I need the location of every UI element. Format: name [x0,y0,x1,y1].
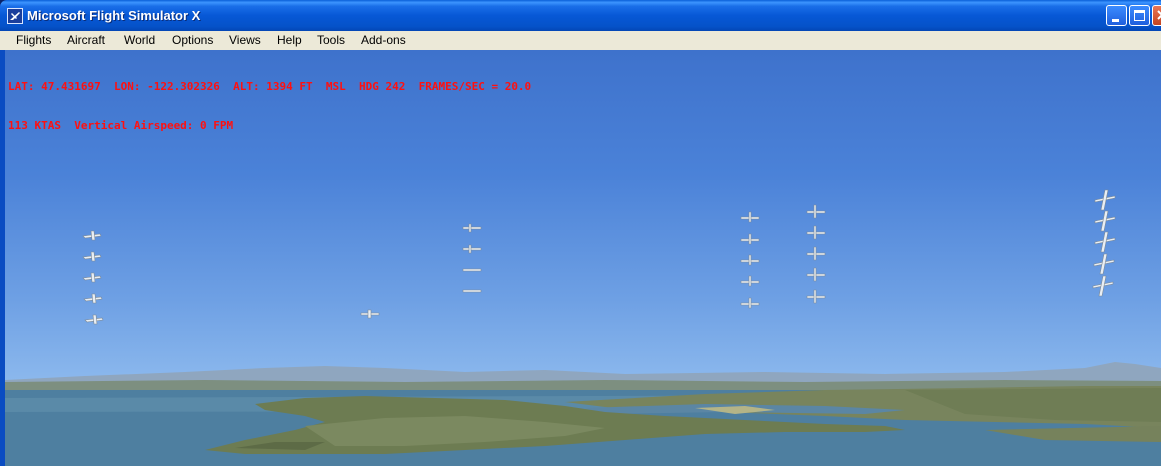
menu-add-ons[interactable]: Add-ons [361,33,406,47]
menu-flights[interactable]: Flights [16,33,51,47]
menu-aircraft[interactable]: Aircraft [67,33,105,47]
hud-readout: LAT: 47.431697 LON: -122.302326 ALT: 139… [8,54,531,158]
aircraft-icon [806,204,826,219]
menu-views[interactable]: Views [229,33,261,47]
maximize-button[interactable] [1129,5,1150,26]
close-button[interactable] [1152,5,1161,26]
aircraft-icon [462,223,482,233]
maximize-icon [1134,10,1145,21]
aircraft-icon [806,225,826,240]
aircraft-icon [84,314,104,325]
hud-airspeed-line: 113 KTAS Vertical Airspeed: 0 FPM [8,119,234,132]
menu-options[interactable]: Options [172,33,213,47]
window-title: Microsoft Flight Simulator X [27,8,201,23]
aircraft-icon [806,267,826,282]
hud-position-line: LAT: 47.431697 LON: -122.302326 ALT: 139… [8,80,532,93]
menu-help[interactable]: Help [277,33,302,47]
close-icon [1157,10,1161,20]
aircraft-icon [1093,253,1115,275]
menu-tools[interactable]: Tools [317,33,345,47]
aircraft-icon [82,230,102,241]
aircraft-icon [82,272,102,283]
aircraft-icon [740,233,760,245]
flight-view[interactable]: LAT: 47.431697 LON: -122.302326 ALT: 139… [5,50,1161,466]
aircraft-icon [462,244,482,254]
aircraft-icon [806,246,826,261]
aircraft-icon [82,251,102,262]
minimize-button[interactable] [1106,5,1127,26]
fsx-plane-icon[interactable] [7,8,23,24]
aircraft-icon [462,268,482,272]
aircraft-icon [1094,231,1116,253]
aircraft-icon [1094,189,1116,211]
aircraft-icon [740,211,760,223]
minimize-icon [1112,19,1119,22]
aircraft-icon [360,309,380,319]
app-window: Microsoft Flight Simulator X Flights Air… [0,0,1161,466]
aircraft-icon [83,293,103,304]
aircraft-icon [740,275,760,287]
menu-bar: Flights Aircraft World Options Views Hel… [0,31,1161,51]
aircraft-icon [462,289,482,293]
aircraft-icon [1094,210,1116,232]
menu-world[interactable]: World [124,33,155,47]
aircraft-icon [740,297,760,309]
aircraft-icon [806,289,826,304]
aircraft-icon [1092,275,1114,297]
title-bar[interactable]: Microsoft Flight Simulator X [0,0,1161,31]
aircraft-icon [740,254,760,266]
